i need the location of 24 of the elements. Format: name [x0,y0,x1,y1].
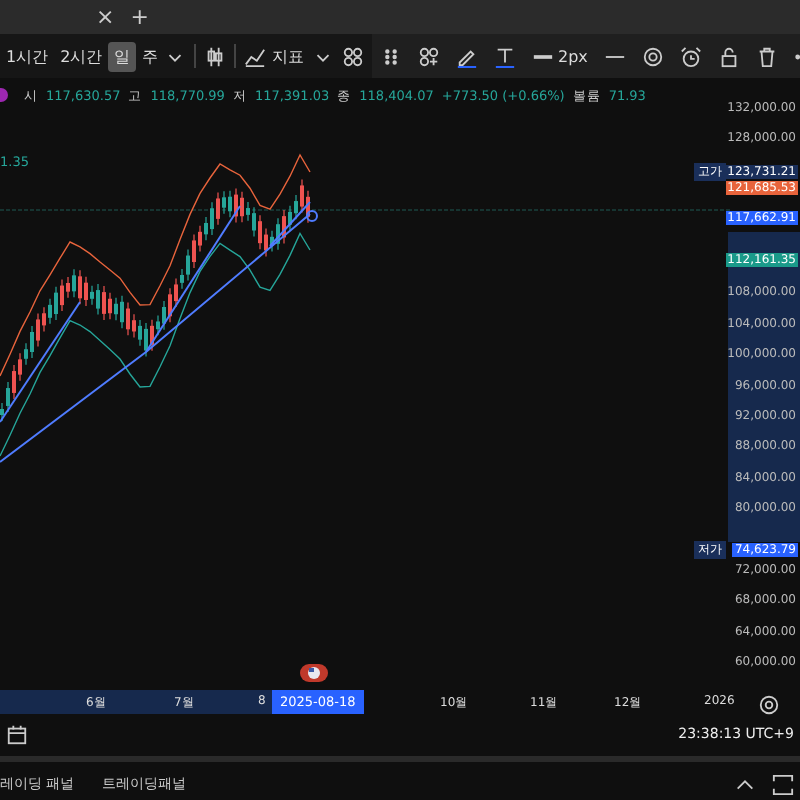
drag-handle-icon[interactable] [380,45,402,67]
indicator-icon[interactable] [244,45,267,67]
interval-button[interactable]: 주 [136,41,165,71]
pencil-icon[interactable] [456,45,478,67]
grid-icon[interactable] [342,45,365,67]
interval-button[interactable]: 일 [108,41,137,71]
drag-handle[interactable] [306,210,318,222]
interval-button[interactable]: 1시간 [0,41,55,71]
settings-icon[interactable] [641,45,664,67]
trash-icon[interactable] [755,45,778,67]
alarm-icon[interactable] [679,45,702,67]
interval-button[interactable]: 2시간 [54,41,109,71]
template-icon[interactable] [418,45,440,67]
settings-icon[interactable] [758,694,780,716]
expand-icon[interactable] [772,773,794,795]
line-width-button[interactable]: 2px [558,47,588,65]
flag-icon[interactable] [300,664,328,682]
text-icon[interactable] [494,45,516,67]
calendar-icon[interactable] [6,723,28,745]
lock-icon[interactable] [717,45,740,67]
close-tab-button[interactable]: × [96,4,115,30]
indicators-button[interactable]: 지표 [272,45,305,67]
candles-icon[interactable] [204,45,227,67]
new-tab-button[interactable]: + [130,4,149,30]
